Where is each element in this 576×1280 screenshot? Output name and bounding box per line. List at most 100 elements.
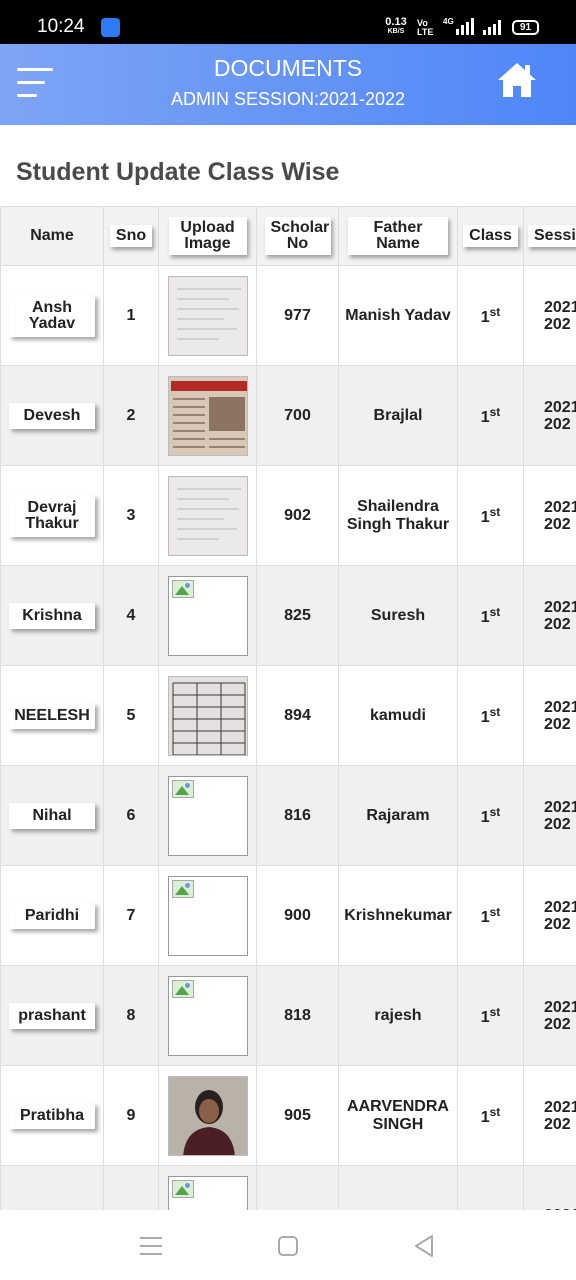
table-row[interactable]: Nihal 6 816 Rajaram 1st 2021 202	[0, 765, 576, 866]
cell-sno: 5	[103, 665, 159, 766]
cell-session: 2021 202	[523, 465, 576, 566]
broken-image-icon[interactable]	[167, 1175, 248, 1210]
student-table-container[interactable]: Name Sno Upload Image Scholar No Father …	[0, 206, 576, 1210]
session-end: 202	[544, 615, 571, 633]
class-suffix: st	[489, 704, 501, 719]
triangle-back-icon[interactable]	[413, 1234, 435, 1258]
student-photo-thumbnail[interactable]	[167, 375, 248, 456]
class-number: 1	[480, 308, 490, 326]
table-row[interactable]: Pratibha 9 905 AARVENDRA SINGH 1st 2021 202	[0, 1065, 576, 1166]
class-suffix: st	[489, 604, 501, 619]
cell-sno: 1	[103, 265, 159, 366]
cell-name: Pratibha	[0, 1065, 104, 1166]
table-row[interactable]: Devesh 2 700 Brajlal 1st 2021 202	[0, 365, 576, 466]
column-header-label: Father Name	[348, 217, 448, 255]
student-name-button[interactable]: Pratibha	[9, 1102, 95, 1129]
session-start: 2021	[544, 898, 576, 916]
network-speed-value: 0.13	[385, 16, 407, 28]
broken-image-icon[interactable]	[167, 875, 248, 956]
session-end: 202	[544, 415, 571, 433]
cell-name: prashant	[0, 965, 104, 1066]
broken-image-icon[interactable]	[167, 975, 248, 1056]
student-name-button[interactable]: Krishna	[9, 602, 95, 629]
student-photo-thumbnail[interactable]	[167, 275, 248, 356]
network-speed: 0.13 KB/S	[382, 17, 410, 37]
page-title: Student Update Class Wise	[16, 158, 340, 186]
cell-name: Devesh	[0, 365, 104, 466]
cell-class: 1st	[457, 265, 524, 366]
cell-session: 2021 202	[523, 965, 576, 1066]
student-photo-thumbnail[interactable]	[167, 475, 248, 556]
broken-image-icon[interactable]	[167, 775, 248, 856]
student-table: Name Sno Upload Image Scholar No Father …	[0, 206, 576, 1210]
column-header-label: Scholar No	[264, 217, 331, 255]
cell-class: 1st	[457, 765, 524, 866]
column-header-label: Name	[30, 227, 74, 244]
column-header-upload-image: Upload Image	[158, 206, 257, 266]
cell-session: 2021 202	[523, 765, 576, 866]
cell-upload-image	[158, 1065, 257, 1166]
home-icon[interactable]	[496, 61, 538, 99]
student-name-button[interactable]: Devraj Thakur	[9, 494, 95, 537]
table-row[interactable]: Ansh Yadav 1 977 Manish Yadav 1st 2021 202	[0, 265, 576, 366]
class-number: 1	[480, 708, 490, 726]
table-row[interactable]: Devraj Thakur 3 902 Shailendra Singh Thakur…	[0, 465, 576, 566]
student-photo-thumbnail[interactable]	[167, 1075, 248, 1156]
cell-sno: 6	[103, 765, 159, 866]
cell-scholar-no	[256, 1165, 339, 1210]
square-home-icon[interactable]	[277, 1235, 299, 1257]
cell-class: 1st	[457, 865, 524, 966]
table-row[interactable]: Krishna 4 825 Suresh 1st 2021 202	[0, 565, 576, 666]
student-name-button[interactable]: Nihal	[9, 802, 95, 829]
session-end: 202	[544, 515, 571, 533]
cell-sno: 9	[103, 1065, 159, 1166]
student-photo-thumbnail[interactable]	[167, 675, 248, 756]
signal-bar-icon	[498, 20, 501, 35]
cell-father-name	[338, 1165, 458, 1210]
session-start: 2021	[544, 998, 576, 1016]
column-header-session: Sessi	[523, 206, 576, 266]
signal-bar-icon	[493, 24, 496, 35]
cell-father-name: Manish Yadav	[338, 265, 458, 366]
table-row[interactable]: Paridhi 7 900 Krishnekumar 1st 2021 202	[0, 865, 576, 966]
cell-father-name: Krishnekumar	[338, 865, 458, 966]
class-suffix: st	[489, 1004, 501, 1019]
cell-session: 2021	[523, 1165, 576, 1210]
cell-class: 1st	[457, 365, 524, 466]
signal-bar-icon	[471, 18, 474, 35]
cell-father-name: Suresh	[338, 565, 458, 666]
cell-session: 2021 202	[523, 1065, 576, 1166]
student-name-button[interactable]: NEELESH	[9, 702, 95, 729]
cell-upload-image	[158, 965, 257, 1066]
session-start: 2021	[544, 798, 576, 816]
table-row[interactable]: prashant 8 818 rajesh 1st 2021 202	[0, 965, 576, 1066]
class-number: 1	[480, 808, 490, 826]
cell-class: 1st	[457, 665, 524, 766]
session-start: 2021	[544, 298, 576, 316]
session-end: 202	[544, 315, 571, 333]
menu-lines-icon[interactable]	[140, 1236, 162, 1256]
cell-class: 1st	[457, 565, 524, 666]
class-number: 1	[480, 508, 490, 526]
session-start: 2021	[544, 698, 576, 716]
column-header-name: Name	[0, 206, 104, 266]
app-title: DOCUMENTS	[213, 55, 363, 81]
cell-name: NEELESH	[0, 665, 104, 766]
signal-bar-icon	[466, 22, 469, 35]
class-number: 1	[480, 908, 490, 926]
student-name-button[interactable]: prashant	[9, 1002, 95, 1029]
table-row[interactable]: 2021	[0, 1165, 576, 1210]
signal-bar-icon	[488, 27, 491, 35]
cell-session: 2021 202	[523, 865, 576, 966]
student-name-button[interactable]: Paridhi	[9, 902, 95, 929]
session-end: 202	[544, 915, 571, 933]
column-header-label: Sno	[109, 225, 153, 247]
student-name-button[interactable]: Ansh Yadav	[9, 294, 95, 337]
student-name-button[interactable]: Devesh	[9, 402, 95, 429]
cell-sno: 7	[103, 865, 159, 966]
network-type: 4G	[443, 17, 454, 26]
cell-upload-image	[158, 665, 257, 766]
table-row[interactable]: NEELESH 5 894 kamudi 1st 2021 202	[0, 665, 576, 766]
cell-sno	[103, 1165, 159, 1210]
broken-image-icon[interactable]	[167, 575, 248, 656]
